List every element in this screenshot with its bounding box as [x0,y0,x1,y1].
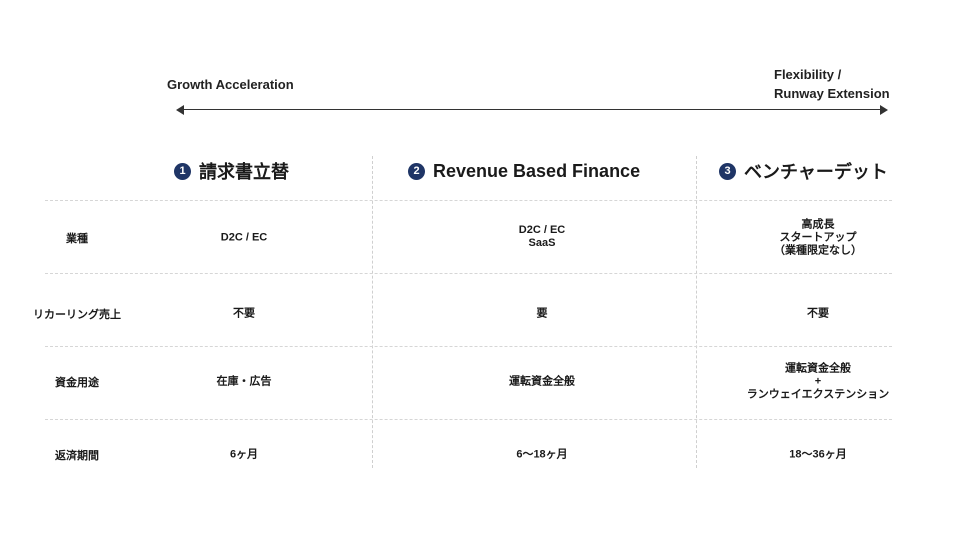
axis-right-label: Flexibility / Runway Extension [774,65,890,103]
table-cell: 18〜36ヶ月 [789,448,847,461]
table-cell: 6〜18ヶ月 [516,448,568,461]
axis-right-label-line1: Flexibility / [774,67,842,82]
column-title: ベンチャーデット [744,162,888,182]
row-label: 返済期間 [55,450,99,462]
table-cell: 6ヶ月 [229,448,259,461]
double-arrow-line [180,109,884,110]
number-badge-icon: 3 [719,162,736,180]
column-header-1: 1 請求書立替 [174,158,289,184]
arrow-right-icon [880,105,888,115]
table-cell: D2C / EC SaaS [518,224,566,249]
table-cell: 要 [536,307,548,320]
column-header-2: 2 Revenue Based Finance [408,158,640,184]
column-divider [696,156,697,468]
row-label: リカーリング売上 [33,309,121,321]
row-divider [45,346,892,347]
row-divider [45,273,892,274]
table-cell: 在庫・広告 [216,375,272,388]
arrow-left-icon [176,105,184,115]
table-cell: D2C / EC [220,231,268,244]
column-divider [372,156,373,468]
number-badge-icon: 2 [408,162,425,180]
column-title: Revenue Based Finance [433,160,641,181]
table-cell: 高成長 スタートアップ （業種限定なし） [774,218,862,257]
number-badge-icon: 1 [174,162,191,180]
table-cell: 不要 [233,307,255,320]
table-cell: 不要 [807,307,829,320]
column-title: 請求書立替 [199,162,289,182]
axis-right-label-line2: Runway Extension [774,86,890,101]
table-cell: 運転資金全般 [509,375,575,388]
table-cell: 運転資金全般 + ランウェイエクステンション [746,362,890,401]
row-divider [45,419,892,420]
column-header-3: 3 ベンチャーデット [719,158,888,184]
row-label: 資金用途 [55,377,99,389]
row-divider [45,200,892,201]
axis-left-label: Growth Acceleration [167,77,294,92]
row-label: 業種 [66,233,88,245]
